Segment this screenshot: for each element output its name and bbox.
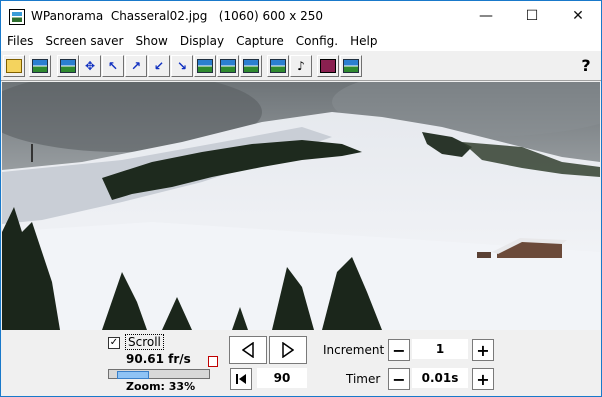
arrow-upright-button[interactable]: ↗	[125, 55, 147, 77]
menu-help[interactable]: Help	[344, 31, 383, 51]
help-button[interactable]: ?	[575, 55, 597, 75]
move-icon: ✥	[84, 59, 96, 73]
triangle-right-icon	[282, 342, 294, 358]
arrow-downright-button[interactable]: ↘	[171, 55, 193, 77]
menu-capture[interactable]: Capture	[230, 31, 290, 51]
skip-back-button[interactable]	[230, 368, 252, 390]
menu-screen-saver[interactable]: Screen saver	[39, 31, 129, 51]
picture-help-button[interactable]	[340, 55, 362, 77]
fps-indicator-icon	[208, 356, 218, 367]
move-button[interactable]: ✥	[79, 55, 101, 77]
open-icon	[6, 59, 22, 73]
landscape-button[interactable]	[217, 55, 239, 77]
scroll-label[interactable]: Scroll	[125, 334, 164, 350]
arrow-downleft-button[interactable]: ↙	[148, 55, 170, 77]
book-button[interactable]	[317, 55, 339, 77]
arrow-downright-icon: ↘	[176, 59, 188, 73]
triangle-left-icon	[242, 342, 254, 358]
book-icon	[320, 59, 336, 73]
scroll-checkbox[interactable]: ✓	[108, 337, 120, 349]
control-panel: ✓ Scroll 90.61 fr/s Zoom: 33% 90 Increme…	[1, 331, 601, 396]
panorama-view[interactable]	[2, 82, 600, 330]
timer-label: Timer	[346, 372, 381, 386]
timer-plus-button[interactable]: +	[472, 368, 494, 390]
zoom-slider-fill	[117, 371, 149, 379]
fps-readout: 90.61 fr/s	[126, 352, 191, 366]
strip-icon	[243, 59, 259, 73]
check-icon: ✓	[109, 337, 119, 348]
sound-button[interactable]: ♪	[290, 55, 312, 77]
zoom-slider[interactable]	[108, 369, 210, 379]
minimize-button[interactable]: —	[463, 1, 509, 31]
picture-icon	[32, 59, 48, 73]
arrow-downleft-icon: ↙	[153, 59, 165, 73]
menu-display[interactable]: Display	[174, 31, 230, 51]
arrow-upright-icon: ↗	[130, 59, 142, 73]
window-title: WPanorama Chasseral02.jpg (1060) 600 x 2…	[31, 9, 324, 23]
scroll-right-button[interactable]	[269, 336, 307, 364]
panorama-image	[2, 82, 600, 330]
zoom-readout: Zoom: 33%	[126, 380, 196, 393]
landscape-icon	[220, 59, 236, 73]
fit-icon	[60, 59, 76, 73]
app-window: WPanorama Chasseral02.jpg (1060) 600 x 2…	[0, 0, 602, 397]
arrow-upleft-icon: ↖	[107, 59, 119, 73]
maximize-button[interactable]: ☐	[509, 1, 555, 31]
increment-field[interactable]: 1	[412, 339, 468, 359]
timer-field[interactable]: 0.01s	[412, 368, 468, 388]
menu-config[interactable]: Config.	[290, 31, 344, 51]
sound-icon: ♪	[297, 59, 305, 73]
picture-button[interactable]	[29, 55, 51, 77]
menu-bar: Files Screen saver Show Display Capture …	[1, 31, 601, 51]
menu-show[interactable]: Show	[129, 31, 173, 51]
increment-minus-button[interactable]: −	[388, 339, 410, 361]
arrow-upleft-button[interactable]: ↖	[102, 55, 124, 77]
strip-button[interactable]	[240, 55, 262, 77]
toolbar: ✥ ↖ ↗ ↙ ↘ ♪ ?	[1, 52, 601, 81]
timer-minus-button[interactable]: −	[388, 368, 410, 390]
menu-files[interactable]: Files	[1, 31, 39, 51]
panorama-button[interactable]	[194, 55, 216, 77]
fit-button[interactable]	[57, 55, 79, 77]
close-button[interactable]: ✕	[555, 1, 601, 31]
direction-field[interactable]: 90	[257, 368, 307, 388]
panorama-icon	[197, 59, 213, 73]
scroll-left-button[interactable]	[229, 336, 267, 364]
increment-label: Increment	[323, 343, 385, 357]
increment-plus-button[interactable]: +	[472, 339, 494, 361]
skip-back-icon	[236, 374, 246, 384]
scale-icon	[270, 59, 286, 73]
app-icon[interactable]	[9, 9, 25, 25]
scale-button[interactable]	[267, 55, 289, 77]
open-button[interactable]	[3, 55, 25, 77]
picture-help-icon	[343, 59, 359, 73]
title-bar[interactable]: WPanorama Chasseral02.jpg (1060) 600 x 2…	[1, 1, 601, 31]
